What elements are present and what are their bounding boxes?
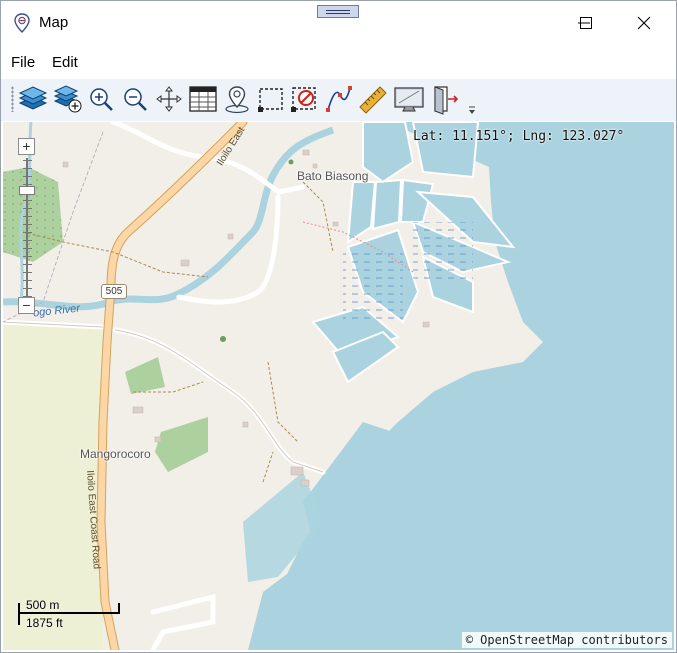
measure-ruler-icon <box>359 86 387 114</box>
exit-button[interactable] <box>429 83 461 115</box>
window-drag-grip[interactable] <box>317 5 359 18</box>
zoom-out-button[interactable] <box>119 83 151 115</box>
zoom-out-control[interactable]: − <box>18 297 35 314</box>
title-bar[interactable]: Map <box>1 1 676 45</box>
exit-icon <box>434 86 459 115</box>
screen-export-button[interactable] <box>393 83 425 115</box>
draw-polyline-icon <box>326 86 352 112</box>
zoom-in-control[interactable]: + <box>18 138 35 155</box>
toolbar-overflow-icon[interactable] <box>467 105 477 117</box>
draw-polyline-button[interactable] <box>323 83 355 115</box>
maximize-button[interactable] <box>567 1 613 45</box>
zoom-slider-ticks <box>23 160 32 304</box>
zoom-slider-thumb[interactable] <box>19 186 35 195</box>
scale-bar-line <box>18 612 120 614</box>
window-title: Map <box>39 14 69 31</box>
maximize-icon <box>580 17 592 29</box>
clear-selection-icon <box>291 87 316 112</box>
clear-selection-button[interactable] <box>289 83 321 115</box>
menu-edit[interactable]: Edit <box>52 54 78 71</box>
add-layer-button[interactable] <box>52 83 84 115</box>
scale-tick-start <box>18 603 20 625</box>
close-icon <box>637 16 651 30</box>
toolbar <box>1 79 676 121</box>
menu-file[interactable]: File <box>11 54 35 71</box>
scale-tick-metric-end <box>118 603 120 613</box>
toolbar-grip[interactable] <box>11 86 14 112</box>
coordinate-readout: Lat: 11.151°; Lng: 123.027° <box>413 129 625 144</box>
scale-bar: 500 m 1875 ft <box>18 598 138 634</box>
close-button[interactable] <box>621 1 667 45</box>
attribute-table-button[interactable] <box>187 83 219 115</box>
map-view[interactable]: Bato Biasong Mangorocoro ogo River Iloil… <box>3 122 674 650</box>
add-layer-icon <box>53 85 82 113</box>
basemap <box>3 122 674 650</box>
scale-imperial-label: 1875 ft <box>26 616 63 630</box>
place-marker-button[interactable] <box>221 83 253 115</box>
map-window: Map File Edit Bato Biasong Mangorocoro o… <box>0 0 677 653</box>
zoom-in-icon <box>90 88 113 111</box>
layers-button[interactable] <box>17 83 49 115</box>
pan-button[interactable] <box>153 83 185 115</box>
map-attribution[interactable]: © OpenStreetMap contributors <box>461 632 672 648</box>
place-label-bato-biasong: Bato Biasong <box>297 169 369 183</box>
layers-icon <box>18 86 48 110</box>
zoom-in-button[interactable] <box>85 83 117 115</box>
pan-icon <box>156 86 182 112</box>
app-map-pin-icon <box>14 13 30 33</box>
place-label-mangorocoro: Mangorocoro <box>80 447 151 461</box>
screen-export-icon <box>394 87 424 112</box>
route-shield: 505 <box>101 284 127 299</box>
place-marker-icon <box>225 86 249 114</box>
zoom-out-icon <box>124 88 147 111</box>
select-rectangle-button[interactable] <box>255 83 287 115</box>
menu-bar: File Edit <box>1 45 676 79</box>
scale-metric-label: 500 m <box>26 598 60 612</box>
select-rectangle-icon <box>258 88 283 112</box>
attribute-table-icon <box>189 86 217 112</box>
measure-button[interactable] <box>357 83 389 115</box>
